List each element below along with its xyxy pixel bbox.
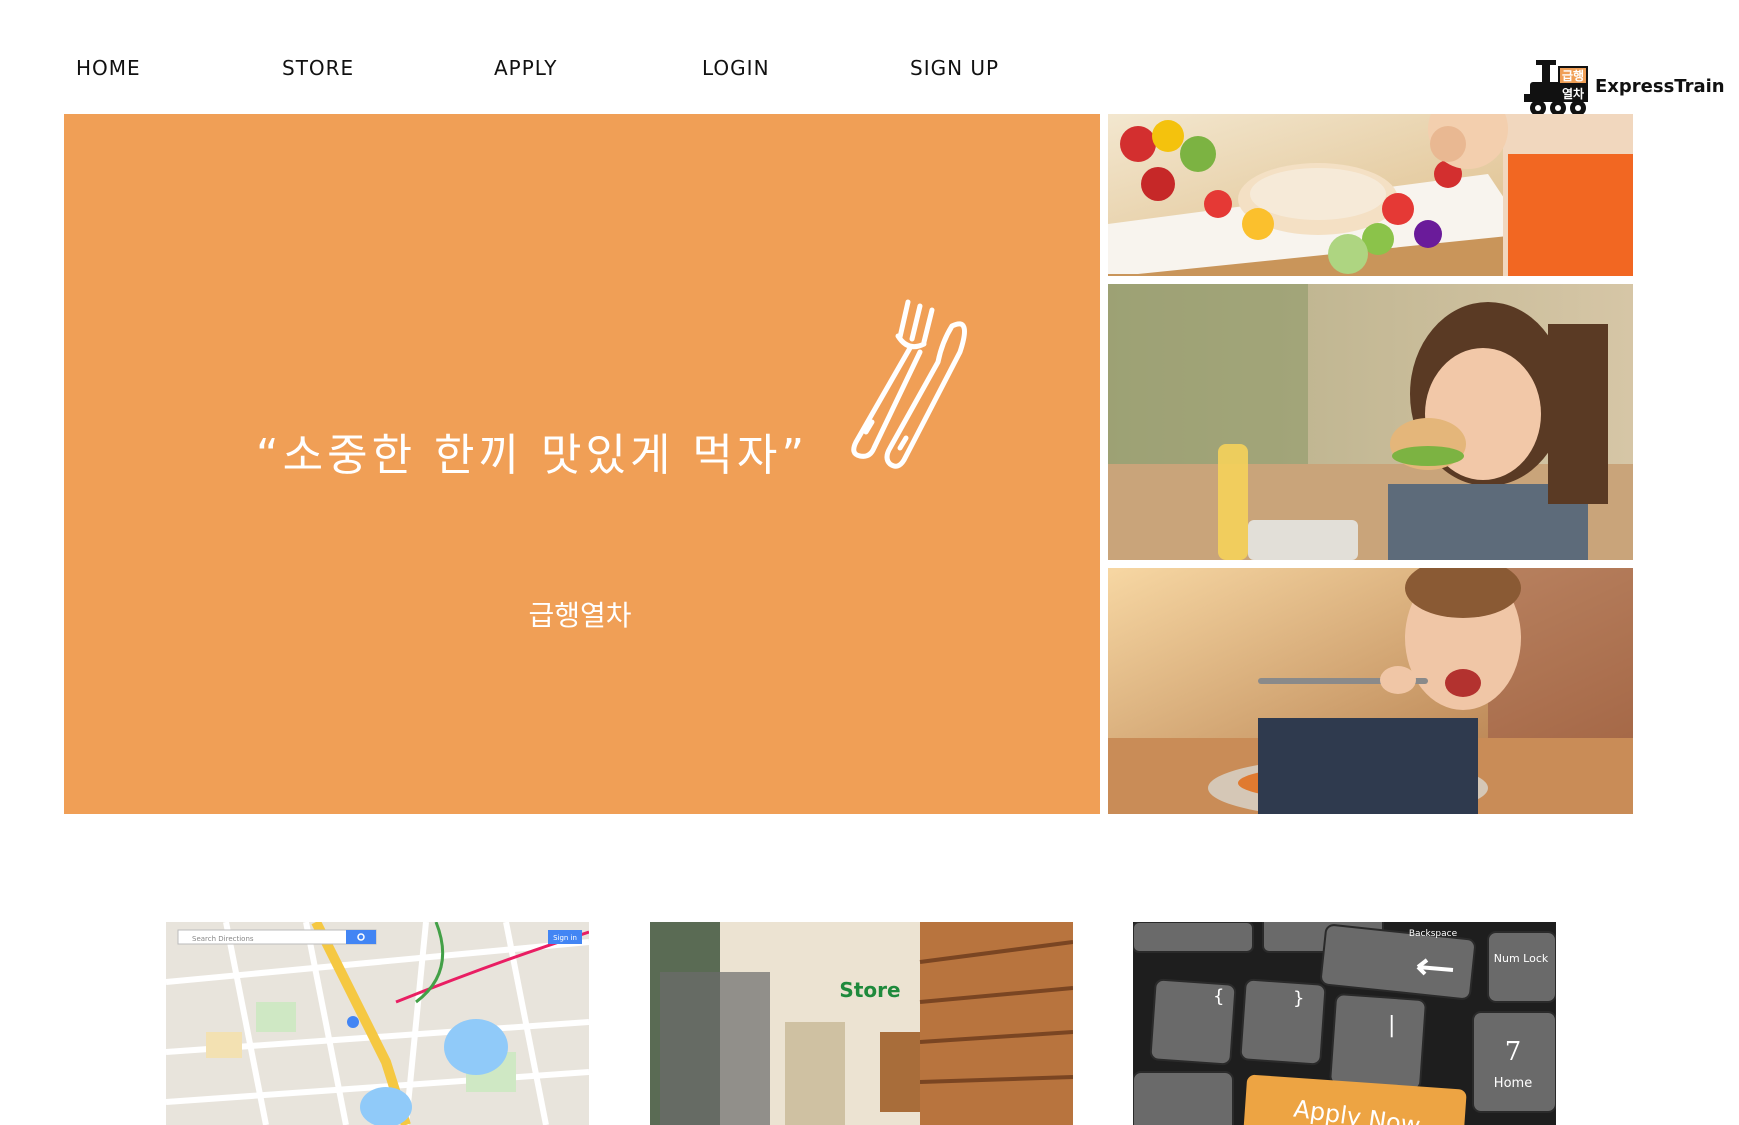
hero-quote-text: “소중한 한끼 맛있게 먹자” xyxy=(255,430,809,481)
hero-subtitle: 급행열차 xyxy=(528,599,632,632)
card-map[interactable]: Search Directions Sign in xyxy=(166,922,589,1125)
logo-badge-top: 급행 xyxy=(1562,68,1584,83)
photo-fruit-platter xyxy=(1108,114,1633,276)
nav-store[interactable]: STORE xyxy=(282,56,354,80)
nav-apply[interactable]: APPLY xyxy=(494,56,558,80)
nav-home[interactable]: HOME xyxy=(76,56,141,80)
logo-badge-bottom: 열차 xyxy=(1562,86,1584,101)
nav-login[interactable]: LOGIN xyxy=(702,56,770,80)
top-navigation: HOME STORE APPLY LOGIN SIGN UP 급행 열차 Exp… xyxy=(0,0,1739,116)
card-apply[interactable]: Apply Now 7 Home Num Lock Backspace { } … xyxy=(1133,922,1556,1125)
key-brace-left: { xyxy=(1213,986,1224,1007)
nav-sign-up[interactable]: SIGN UP xyxy=(910,56,999,80)
map-sign-in: Sign in xyxy=(553,934,577,942)
brand-logo[interactable]: 급행 열차 ExpressTrain xyxy=(1524,60,1725,118)
train-icon: 급행 열차 xyxy=(1524,60,1588,116)
map-search-placeholder: Search Directions xyxy=(192,935,254,943)
logo-text: ExpressTrain xyxy=(1595,76,1725,97)
photo-girl-sandwich xyxy=(1108,284,1633,560)
key-brace-right: } xyxy=(1293,988,1304,1009)
store-sign: Store xyxy=(839,978,900,1002)
photo-boy-eating xyxy=(1108,568,1633,814)
hero-banner: “소중한 한끼 맛있게 먹자” 급행열차 xyxy=(64,114,1100,814)
fork-knife-icon xyxy=(851,299,967,469)
key-home: Home xyxy=(1494,1076,1532,1091)
key-seven: 7 xyxy=(1505,1037,1522,1067)
key-numlock: Num Lock xyxy=(1494,952,1549,965)
card-store[interactable]: Store xyxy=(650,922,1073,1125)
key-pipe: | xyxy=(1388,1013,1395,1038)
key-backspace: Backspace xyxy=(1409,929,1458,939)
